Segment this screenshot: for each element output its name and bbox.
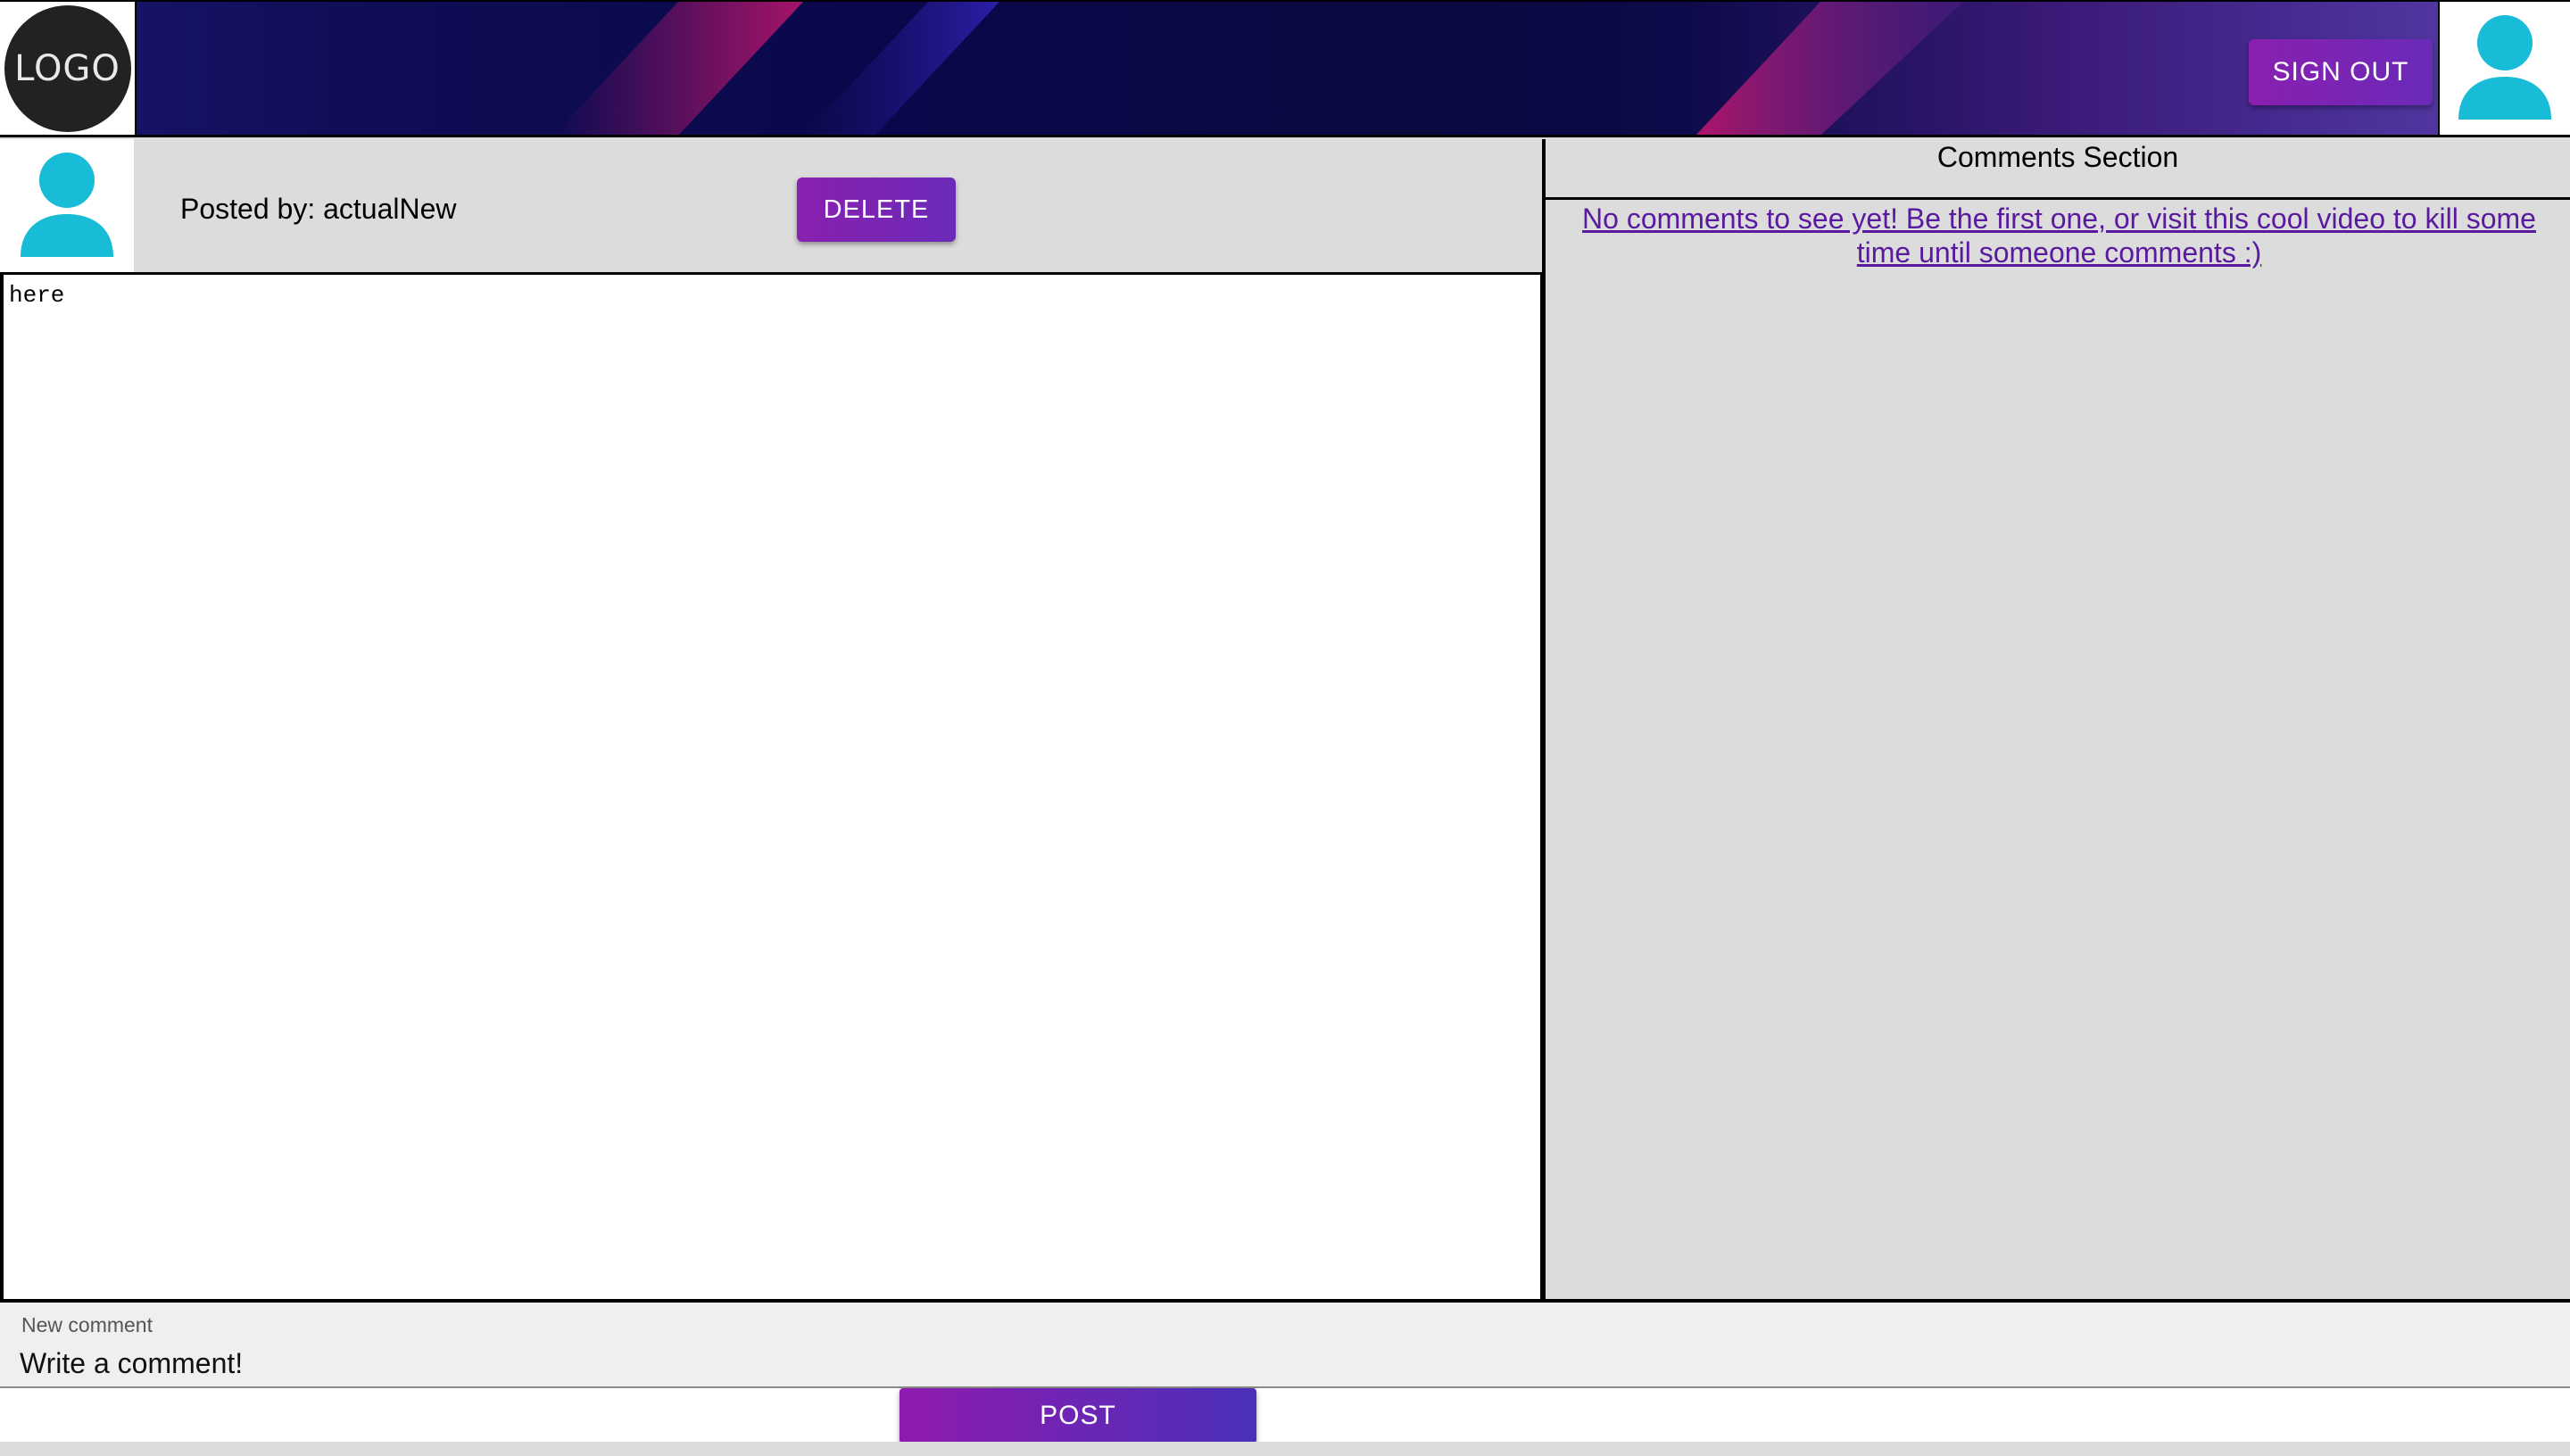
- comments-panel: Comments Section No comments to see yet!…: [1542, 139, 2570, 1303]
- user-avatar[interactable]: [2438, 2, 2570, 135]
- sign-out-button[interactable]: SIGN OUT: [2249, 39, 2433, 105]
- new-comment-input[interactable]: [20, 1344, 2518, 1383]
- post-content: here: [9, 282, 65, 309]
- app-header: LOGO SIGN OUT: [0, 0, 2570, 137]
- new-comment-label: New comment: [21, 1313, 153, 1336]
- user-avatar-icon: [21, 152, 113, 257]
- posted-by-label: Posted by: actualNew: [180, 193, 457, 225]
- post-comment-button[interactable]: POST: [900, 1388, 1256, 1444]
- comments-title: Comments Section: [1546, 139, 2570, 200]
- logo-circle: LOGO: [4, 5, 131, 132]
- logo[interactable]: LOGO: [0, 2, 137, 135]
- user-avatar-icon: [2458, 15, 2551, 120]
- post-body: here: [0, 275, 1544, 1303]
- delete-button[interactable]: DELETE: [797, 178, 956, 242]
- no-comments-video-link[interactable]: No comments to see yet! Be the first one…: [1562, 202, 2557, 269]
- header-decoration: [553, 2, 1963, 135]
- logo-text: LOGO: [14, 48, 120, 89]
- post-header: Posted by: actualNew DELETE: [0, 139, 1542, 275]
- page-footer-strip: [0, 1442, 2570, 1456]
- new-comment-field[interactable]: New comment: [0, 1303, 2570, 1388]
- post-button-row: POST: [0, 1388, 2570, 1444]
- author-avatar[interactable]: [0, 139, 134, 272]
